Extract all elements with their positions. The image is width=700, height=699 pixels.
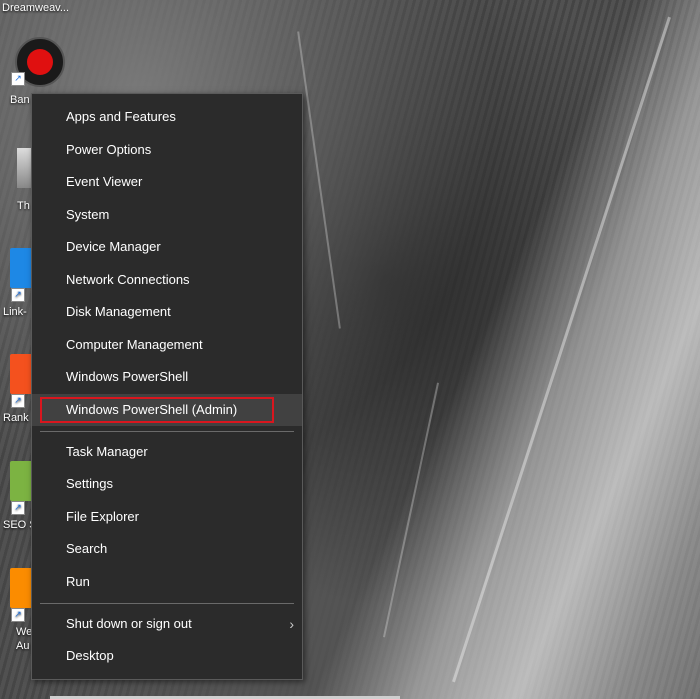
- menu-item-network-connections[interactable]: Network Connections: [32, 264, 302, 296]
- menu-item-run[interactable]: Run: [32, 566, 302, 598]
- desktop-icon-label: Rank: [3, 412, 29, 424]
- shortcut-arrow-icon: ↗: [11, 288, 25, 302]
- menu-item-apps-and-features[interactable]: Apps and Features: [32, 101, 302, 133]
- chevron-right-icon: ›: [289, 616, 294, 632]
- highlight-annotation-box: [40, 397, 274, 423]
- shortcut-arrow-icon: ↗: [11, 72, 25, 86]
- record-dot-icon: [27, 49, 53, 75]
- menu-separator: [40, 603, 294, 604]
- menu-item-task-manager[interactable]: Task Manager: [32, 436, 302, 468]
- menu-item-label: Shut down or sign out: [66, 616, 192, 631]
- menu-item-computer-management[interactable]: Computer Management: [32, 329, 302, 361]
- shortcut-arrow-icon: ↗: [11, 394, 25, 408]
- menu-item-disk-management[interactable]: Disk Management: [32, 296, 302, 328]
- desktop-icon-label: Th: [17, 200, 30, 212]
- winx-context-menu: Apps and Features Power Options Event Vi…: [31, 93, 303, 680]
- menu-item-shut-down-or-sign-out[interactable]: Shut down or sign out ›: [32, 608, 302, 640]
- menu-item-search[interactable]: Search: [32, 533, 302, 565]
- desktop-icon-label[interactable]: Dreamweav...: [2, 2, 69, 14]
- menu-item-power-options[interactable]: Power Options: [32, 134, 302, 166]
- menu-item-device-manager[interactable]: Device Manager: [32, 231, 302, 263]
- menu-item-desktop[interactable]: Desktop: [32, 640, 302, 672]
- desktop-icon-label: Link-: [3, 306, 27, 318]
- menu-item-file-explorer[interactable]: File Explorer: [32, 501, 302, 533]
- shortcut-arrow-icon: ↗: [11, 501, 25, 515]
- shortcut-arrow-icon: ↗: [11, 608, 25, 622]
- menu-item-system[interactable]: System: [32, 199, 302, 231]
- menu-item-windows-powershell[interactable]: Windows PowerShell: [32, 361, 302, 393]
- menu-item-settings[interactable]: Settings: [32, 468, 302, 500]
- desktop-icon-label: We: [16, 626, 33, 638]
- desktop-icon-label: Ban: [10, 94, 30, 106]
- desktop-icon-label: Au: [16, 640, 30, 652]
- menu-item-event-viewer[interactable]: Event Viewer: [32, 166, 302, 198]
- menu-separator: [40, 431, 294, 432]
